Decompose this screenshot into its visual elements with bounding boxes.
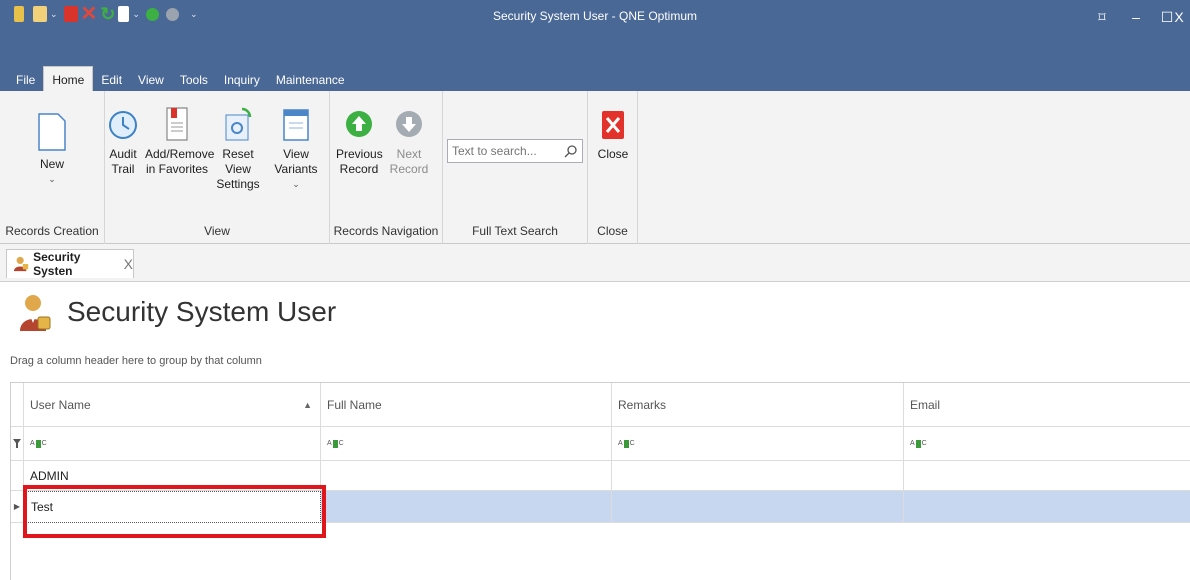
chevron-down-icon[interactable]: ⌄	[132, 9, 140, 20]
column-header-remarks[interactable]: Remarks	[612, 383, 904, 427]
favorites-icon	[166, 107, 188, 141]
restore-button[interactable]: ⌑	[1084, 0, 1120, 34]
arrow-up-icon	[346, 111, 372, 137]
filter-cell-full-name[interactable]: AC	[321, 427, 612, 461]
close-window-button[interactable]: X	[1168, 0, 1190, 34]
audit-trail-icon	[109, 111, 137, 139]
menu-tabs: File Home Edit View Tools Inquiry Mainte…	[8, 66, 353, 91]
group-view: Audit Trail Add/Remove in Favorites Rese…	[105, 91, 330, 244]
text-filter-icon: AC	[30, 439, 47, 448]
menu-bar: File Home Edit View Tools Inquiry Mainte…	[0, 34, 1190, 91]
refresh-icon[interactable]: ↻	[100, 5, 115, 23]
reset-view-settings-button[interactable]: Reset View Settings	[210, 107, 266, 192]
tab-inquiry[interactable]: Inquiry	[216, 69, 268, 91]
view-variants-button[interactable]: View Variants ⌄	[265, 107, 327, 192]
group-by-panel[interactable]: Drag a column header here to group by th…	[10, 355, 262, 367]
cell-full-name[interactable]	[321, 461, 612, 491]
filter-cell-user-name[interactable]: AC	[24, 427, 321, 461]
chevron-down-icon[interactable]: ⌄	[50, 9, 58, 20]
close-tab-icon[interactable]: X	[124, 256, 133, 272]
tab-file[interactable]: File	[8, 69, 43, 91]
group-records-creation: New ⌄ Records Creation	[0, 91, 105, 244]
text-filter-icon: AC	[618, 439, 635, 448]
cell-full-name[interactable]	[321, 491, 612, 523]
close-x-icon[interactable]: ✕	[81, 4, 98, 24]
column-header-user-name[interactable]: User Name ▲	[24, 383, 321, 427]
group-full-text-search: Full Text Search	[443, 91, 588, 244]
group-label: Close	[597, 224, 628, 238]
add-remove-favorites-button[interactable]: Add/Remove in Favorites	[145, 107, 214, 177]
cell-email[interactable]	[904, 491, 1190, 523]
app-logo-icon	[14, 6, 24, 22]
tab-home[interactable]: Home	[43, 66, 94, 91]
table-row-selected[interactable]: ▶ Test	[11, 491, 1190, 523]
chevron-down-icon: ⌄	[48, 174, 56, 184]
customize-toolbar-icon[interactable]: ⌄	[190, 9, 198, 20]
filter-cell-remarks[interactable]: AC	[612, 427, 904, 461]
document-tab-security-system[interactable]: Security Systen X	[6, 249, 134, 278]
reset-settings-icon	[225, 107, 252, 141]
cell-remarks[interactable]	[612, 461, 904, 491]
full-text-search-box[interactable]	[447, 139, 583, 163]
cell-remarks[interactable]	[612, 491, 904, 523]
search-icon[interactable]	[564, 144, 578, 158]
close-button[interactable]: Close	[593, 107, 633, 162]
chevron-down-icon: ⌄	[292, 179, 300, 189]
next-icon[interactable]	[165, 7, 179, 21]
next-record-button[interactable]: Next Record	[380, 107, 438, 177]
document-icon[interactable]	[118, 6, 130, 22]
title-bar: ⌄ ✕ ↻ ⌄ ⌄ Security System User - QNE Opt…	[0, 0, 1190, 34]
text-filter-icon: AC	[327, 439, 344, 448]
delete-icon[interactable]	[63, 6, 78, 22]
new-button[interactable]: New ⌄	[27, 113, 77, 187]
arrow-down-icon	[396, 111, 422, 137]
current-row-indicator[interactable]: ▶	[11, 491, 24, 523]
close-icon	[602, 111, 624, 139]
group-close: Close Close	[588, 91, 638, 244]
column-header-email[interactable]: Email	[904, 383, 1190, 427]
group-label: View	[204, 224, 230, 238]
tab-maintenance[interactable]: Maintenance	[268, 69, 353, 91]
sort-ascending-icon: ▲	[303, 399, 312, 410]
previous-icon[interactable]	[145, 7, 159, 21]
column-header-full-name[interactable]: Full Name	[321, 383, 612, 427]
filter-row: AC AC AC AC	[11, 427, 1190, 461]
row-indicator-header	[11, 383, 24, 427]
audit-trail-button[interactable]: Audit Trail	[105, 107, 141, 177]
view-variants-icon	[283, 109, 309, 141]
user-grid: User Name ▲ Full Name Remarks Email AC A…	[10, 382, 1190, 580]
group-label: Full Text Search	[472, 224, 558, 238]
tab-tools[interactable]: Tools	[172, 69, 216, 91]
row-indicator[interactable]	[11, 461, 24, 491]
cell-email[interactable]	[904, 461, 1190, 491]
table-row[interactable]: ADMIN	[11, 461, 1190, 491]
cell-user-name[interactable]: Test	[24, 491, 321, 523]
previous-record-button[interactable]: Previous Record	[336, 107, 383, 177]
cell-user-name[interactable]: ADMIN	[24, 461, 321, 491]
security-user-icon	[20, 295, 51, 331]
user-icon	[13, 256, 29, 272]
group-records-navigation: Previous Record Next Record Records Navi…	[330, 91, 443, 244]
clipboard-icon[interactable]	[33, 6, 47, 22]
document-tab-strip: Security Systen X	[0, 244, 1190, 282]
group-label: Records Navigation	[333, 224, 439, 238]
grid-header-row: User Name ▲ Full Name Remarks Email	[11, 383, 1190, 427]
search-input[interactable]	[448, 140, 558, 162]
document-tab-label: Security Systen	[33, 250, 81, 278]
page-title: Security System User	[67, 296, 337, 327]
filter-icon[interactable]	[11, 427, 24, 461]
tab-edit[interactable]: Edit	[93, 69, 130, 91]
text-filter-icon: AC	[910, 439, 927, 448]
group-label: Records Creation	[5, 224, 99, 238]
ribbon: New ⌄ Records Creation Audit Trail Add/R…	[0, 91, 1190, 244]
quick-access-toolbar: ⌄ ✕ ↻ ⌄ ⌄	[14, 4, 201, 24]
new-document-icon	[38, 113, 66, 151]
filter-cell-email[interactable]: AC	[904, 427, 1190, 461]
tab-view[interactable]: View	[130, 69, 172, 91]
